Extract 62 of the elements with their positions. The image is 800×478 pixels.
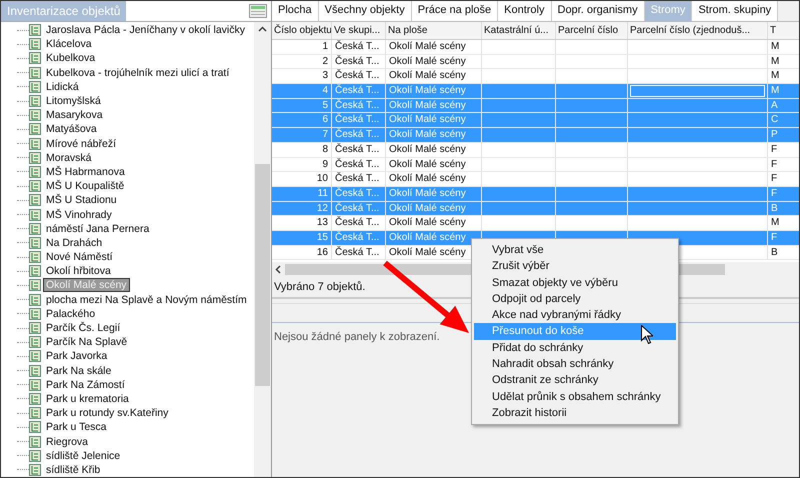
table-cell: Okolí Malé scény bbox=[389, 202, 466, 214]
table-cell: Okolí Malé scény bbox=[389, 114, 466, 126]
table-cell: Okolí Malé scény bbox=[389, 85, 466, 96]
table-cell: F bbox=[771, 144, 778, 155]
empty-panels-message: Nejsou žádné panely k zobrazení. bbox=[274, 331, 440, 343]
table-cell: 12 bbox=[316, 202, 328, 214]
table-cell: Česká T... bbox=[335, 129, 380, 140]
table-cell: F bbox=[771, 232, 778, 243]
table-cell: Okolí Malé scény bbox=[389, 129, 466, 140]
table-cell: 11 bbox=[318, 188, 328, 199]
table-cell: Česká T... bbox=[335, 144, 380, 155]
status-text: Vybráno 7 objektů. bbox=[274, 281, 366, 293]
table-cell: F bbox=[771, 158, 778, 170]
table-cell: 3 bbox=[322, 70, 328, 82]
table-cell: P bbox=[771, 129, 778, 140]
table-cell: Česká T... bbox=[335, 217, 380, 228]
table-cell: C bbox=[771, 114, 778, 126]
table-cell: 10 bbox=[316, 173, 328, 184]
table-cell: M bbox=[771, 70, 780, 82]
table-cell: Česká T... bbox=[335, 173, 380, 184]
table-cell: Česká T... bbox=[335, 188, 380, 199]
table-cell: B bbox=[771, 246, 778, 258]
table-cell: Česká T... bbox=[335, 246, 380, 258]
table-cell: Okolí Malé scény bbox=[389, 144, 466, 155]
table-cell: M bbox=[771, 217, 780, 228]
table-cell: Česká T... bbox=[335, 70, 380, 82]
table-cell: Česká T... bbox=[335, 56, 380, 67]
table-cell: B bbox=[771, 202, 778, 214]
table-cell: 9 bbox=[322, 158, 328, 170]
table-cell: Česká T... bbox=[335, 85, 380, 96]
table-cell: 15 bbox=[316, 232, 328, 243]
table-cell: 5 bbox=[322, 100, 328, 111]
table-cell: M bbox=[771, 56, 780, 67]
table-cell: Okolí Malé scény bbox=[389, 56, 466, 67]
table-cell: 1 bbox=[322, 41, 328, 52]
table-cell: Česká T... bbox=[335, 158, 380, 170]
table-cell: Česká T... bbox=[335, 114, 380, 126]
table-cell: Okolí Malé scény bbox=[389, 232, 466, 243]
table-cell: 6 bbox=[322, 114, 328, 126]
table-cell: Okolí Malé scény bbox=[389, 100, 466, 111]
table-cell: Okolí Malé scény bbox=[389, 158, 466, 170]
table-cell: Okolí Malé scény bbox=[389, 188, 466, 199]
table-cell: Okolí Malé scény bbox=[389, 70, 466, 82]
table-cell: 16 bbox=[316, 246, 328, 258]
table-cell: Česká T... bbox=[335, 100, 380, 111]
table-cell: Česká T... bbox=[335, 232, 380, 243]
table-cell: M bbox=[771, 41, 780, 52]
table-cell: 2 bbox=[322, 56, 328, 67]
table-cell: Okolí Malé scény bbox=[389, 217, 466, 228]
table-cell: Okolí Malé scény bbox=[389, 246, 466, 258]
table-cell: F bbox=[771, 173, 778, 184]
table-cell: 7 bbox=[322, 129, 328, 140]
table-cell: A bbox=[771, 100, 778, 111]
table-cell: Okolí Malé scény bbox=[389, 41, 466, 52]
table-cell: 13 bbox=[316, 217, 328, 228]
table-cell: F bbox=[771, 188, 778, 199]
table-cell: Česká T... bbox=[335, 41, 380, 52]
table-cell: Okolí Malé scény bbox=[389, 173, 466, 184]
table-cell: 8 bbox=[322, 144, 328, 155]
table-cell: 4 bbox=[322, 85, 328, 96]
table-cell: M bbox=[771, 85, 780, 96]
table-cell: Česká T... bbox=[335, 202, 380, 214]
